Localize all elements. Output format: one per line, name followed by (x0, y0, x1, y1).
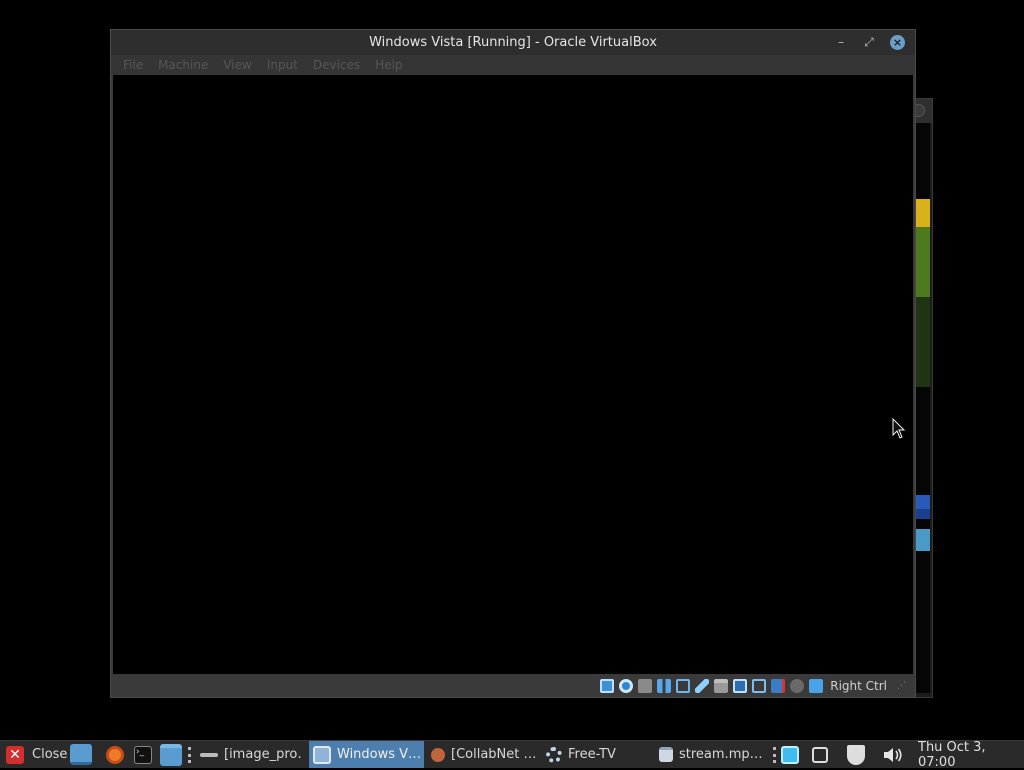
gear-icon (546, 746, 562, 763)
tray-volume[interactable] (882, 741, 904, 768)
shared-folders-icon[interactable] (714, 678, 729, 693)
folder-icon (160, 743, 182, 766)
notification-icon (812, 746, 828, 763)
terminal-launcher[interactable]: ›_ (134, 741, 152, 768)
window-title: Windows Vista [Running] - Oracle Virtual… (369, 35, 657, 50)
optical-drive-icon[interactable] (619, 678, 634, 693)
image-app-icon (200, 752, 218, 757)
task-label: Windows V… (337, 747, 420, 762)
taskbar: ✕ Close ›_ [image_pro… Windows V… [Colla… (0, 740, 1024, 770)
background-window-content (914, 123, 930, 693)
menu-input[interactable]: Input (267, 58, 298, 72)
close-window-label: Close (32, 747, 68, 762)
taskbar-separator (773, 747, 776, 763)
audio-icon[interactable] (657, 678, 672, 693)
task-stream[interactable]: stream.mp… (655, 741, 767, 768)
menu-bar: File Machine View Input Devices Help (111, 55, 915, 75)
terminal-icon: ›_ (134, 745, 152, 764)
mouse-integration-icon[interactable] (790, 678, 805, 693)
task-image-pro[interactable]: [image_pro… (196, 741, 306, 768)
close-x-icon: ✕ (6, 745, 24, 764)
virtualbox-icon (313, 745, 331, 764)
hard-disk-icon[interactable] (600, 678, 615, 693)
capture-icon[interactable] (752, 678, 767, 693)
task-windows-vista[interactable]: Windows V… (309, 741, 424, 768)
desktop-icon (70, 744, 92, 765)
restore-button[interactable]: ⤢ (861, 34, 877, 50)
close-window-button[interactable]: ✕ Close (6, 741, 67, 768)
task-label: stream.mp… (679, 747, 763, 762)
keyboard-capture-icon[interactable] (809, 678, 824, 693)
network-tray-icon (781, 745, 799, 764)
firefox-icon (431, 747, 445, 762)
menu-view[interactable]: View (223, 58, 251, 72)
display-icon[interactable] (733, 678, 748, 693)
menu-machine[interactable]: Machine (158, 58, 208, 72)
floppy-icon[interactable] (638, 678, 653, 693)
minimize-button[interactable]: – (833, 34, 849, 50)
cpu-indicator-icon[interactable] (771, 678, 786, 693)
vm-status-bar: Right Ctrl ⋰ (111, 674, 915, 697)
task-label: [CollabNet … (451, 747, 535, 762)
window-icon (659, 747, 673, 762)
taskbar-separator (188, 747, 191, 763)
menu-file[interactable]: File (123, 58, 143, 72)
shield-icon (847, 744, 865, 765)
menu-help[interactable]: Help (375, 58, 402, 72)
resize-grip-icon[interactable]: ⋰ (897, 681, 907, 691)
show-desktop-button[interactable] (70, 741, 92, 768)
tray-network-manager[interactable] (781, 741, 799, 768)
task-collabnet[interactable]: [CollabNet … (427, 741, 539, 768)
host-key-label: Right Ctrl (830, 678, 887, 693)
volume-icon (884, 747, 902, 762)
tray-notifications[interactable] (812, 741, 828, 768)
firefox-launcher[interactable] (106, 741, 124, 768)
usb-icon[interactable] (695, 678, 710, 693)
mouse-pointer-icon (892, 418, 906, 439)
task-label: [image_pro… (224, 747, 302, 762)
close-button[interactable]: × (890, 35, 905, 50)
virtualbox-window[interactable]: Windows Vista [Running] - Oracle Virtual… (110, 29, 916, 698)
network-icon[interactable] (676, 678, 691, 693)
menu-devices[interactable]: Devices (313, 58, 360, 72)
task-label: Free-TV (568, 747, 616, 762)
tray-security[interactable] (847, 741, 865, 768)
firefox-icon (106, 745, 124, 764)
vm-display[interactable] (113, 75, 913, 675)
clock[interactable]: Thu Oct 3, 07:00 (918, 740, 1024, 770)
window-titlebar[interactable]: Windows Vista [Running] - Oracle Virtual… (111, 30, 915, 55)
task-free-tv[interactable]: Free-TV (542, 741, 652, 768)
file-manager-launcher[interactable] (160, 741, 182, 768)
